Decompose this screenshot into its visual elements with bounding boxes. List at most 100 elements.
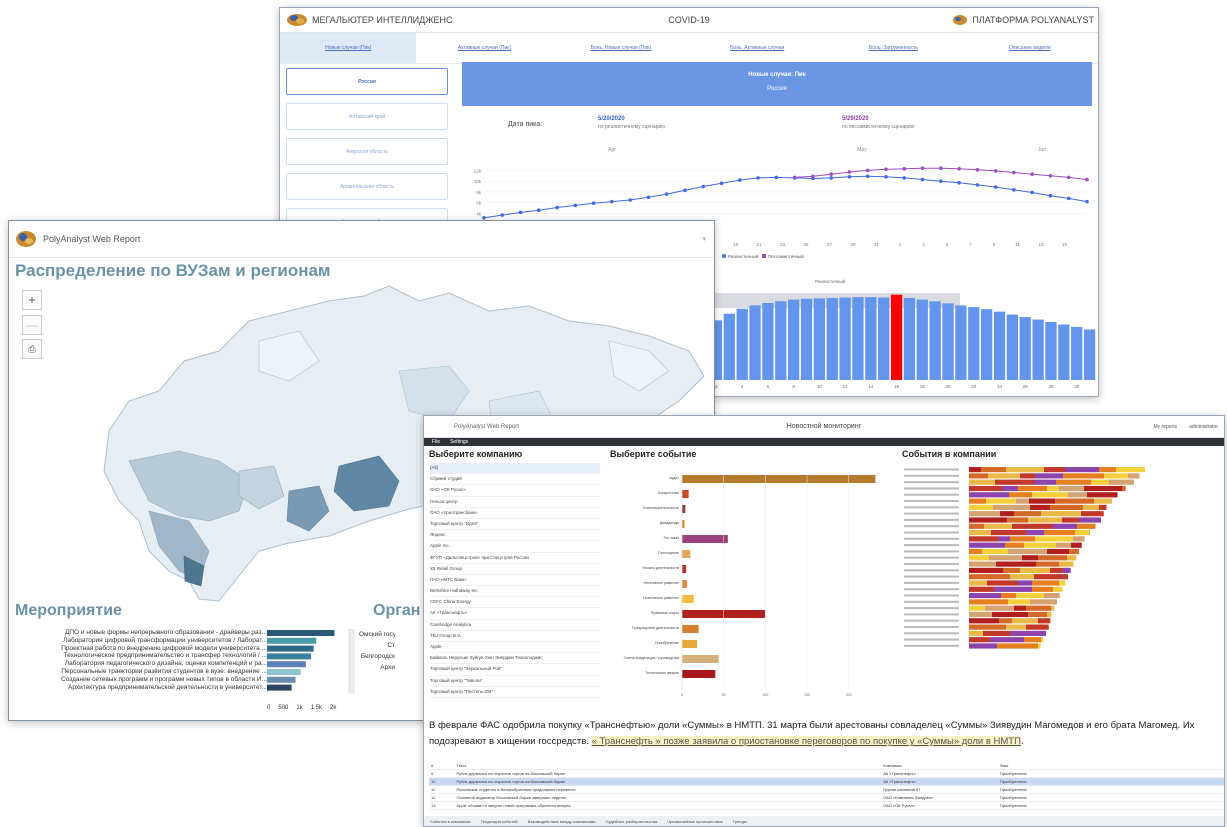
event-label[interactable]: Проектная работа по внедрению цифровой м… — [17, 645, 267, 653]
news-titlebar: PolyAnalyst Web Report Новостной монитор… — [424, 416, 1224, 438]
event-label[interactable]: Архитектура предпринимательской деятельн… — [17, 684, 267, 692]
event-label[interactable]: Персональные траектории развития студент… — [17, 668, 267, 676]
peak-label: Дата пика: — [508, 121, 543, 128]
region-item[interactable]: Россия — [286, 68, 448, 95]
data-point — [847, 175, 852, 179]
company-item[interactable]: АК «Транснефть» — [430, 608, 600, 620]
bar — [267, 669, 301, 675]
brand: МЕГАЛЬЮТЕР ИНТЕЛЛИДЖЕНС — [280, 13, 486, 27]
print-icon[interactable]: ⎙ — [22, 339, 42, 359]
data-point — [811, 174, 815, 179]
region-item[interactable]: Архангельская область — [286, 173, 448, 200]
region-sidebar: Россия Алтайский край Амурская область А… — [286, 68, 448, 243]
company-item[interactable]: Торговый центр "Идея" — [430, 519, 600, 531]
event-label[interactable]: Технологическое предпринимательство и тр… — [17, 652, 267, 660]
x-tick-label: 16 — [894, 384, 900, 389]
company-item[interactable]: Торговый центр "Тиволи" — [430, 676, 600, 687]
org-label[interactable]: Омский госуд — [359, 629, 395, 640]
bar-segment — [1010, 536, 1035, 542]
bar — [942, 303, 954, 380]
x-tick-label: 200 — [846, 693, 852, 697]
tab-hosp-active-cases[interactable]: Боль. Активные случаи — [689, 33, 825, 63]
region-item[interactable]: Амурская область — [286, 138, 448, 165]
bar-segment — [993, 504, 1030, 510]
company-item[interactable]: X5 Retail Group — [430, 564, 600, 575]
company-item[interactable]: Cambridge Analytica — [430, 620, 600, 631]
company-item[interactable]: Торговый центр "Зеркальный Рой" — [430, 664, 600, 676]
data-point — [1048, 173, 1053, 178]
bar — [800, 298, 813, 380]
company-item[interactable]: TBJ Group B.V. — [430, 631, 600, 642]
bottom-tab[interactable]: События в компаниях — [430, 819, 471, 824]
company-item[interactable]: Гильза центр — [430, 497, 600, 508]
org-label[interactable]: Ст — [359, 640, 395, 651]
bottom-tab[interactable]: Взаимодействие между компаниями — [528, 819, 596, 824]
company-item[interactable]: ОАО «Уралтрансбанк» — [430, 508, 600, 519]
company-item[interactable]: Торговый центр "Пестель-ZM" — [430, 687, 600, 698]
my-reports-link[interactable]: My reports — [1153, 424, 1177, 430]
chevron-down-icon[interactable]: ▾ — [702, 235, 706, 243]
table-row[interactable]: 10 Рубль держался на открытии торгов на М… — [429, 777, 1224, 786]
bar-segment — [1099, 504, 1107, 510]
tab-active-cases-peak[interactable]: Активные случаи (Пик) — [416, 33, 552, 63]
table-row[interactable]: 12 Основной индикатор Московской биржи за… — [429, 793, 1224, 802]
bar — [775, 301, 787, 380]
data-point — [628, 198, 632, 202]
table-row[interactable]: 9 Рубль держался на открытии торгов на Мо… — [429, 769, 1224, 778]
region-item[interactable]: Алтайский край — [286, 103, 448, 130]
company-item[interactable]: (All) — [430, 463, 600, 475]
org-label[interactable]: Архи — [359, 662, 395, 673]
y-tick-label: 12k — [474, 168, 482, 173]
company-item[interactable]: CEFC China Energy — [430, 597, 600, 609]
company-name: ОАО «ОК Русал» — [430, 487, 467, 493]
company-item[interactable]: Apple — [430, 642, 600, 654]
tab-new-cases-peak[interactable]: Новые случаи (Пик) — [280, 33, 417, 63]
bar-segment — [969, 467, 981, 473]
org-label[interactable]: Белгородск — [359, 651, 395, 662]
bar-segment — [1022, 555, 1038, 561]
table-cell: ОАО «ОК Русал» — [881, 801, 998, 810]
zoom-in-button[interactable]: + — [22, 290, 42, 310]
bar-segment — [1026, 624, 1049, 630]
bar-segment — [1016, 498, 1029, 504]
data-point — [1030, 172, 1034, 176]
news-text-link[interactable]: « Транснефть » позже заявила о приостано… — [591, 736, 1021, 747]
bottom-tab[interactable]: Судебные разбирательства — [606, 819, 658, 824]
tab-model-description[interactable]: Описание модели — [962, 33, 1098, 63]
event-label[interactable]: Лаборатория цифровой трансформации униве… — [17, 637, 267, 645]
menu-settings[interactable]: Settings — [450, 439, 468, 445]
company-item[interactable]: ПАО «МТС Банк» — [430, 575, 600, 587]
data-point — [701, 184, 706, 189]
company-item[interactable]: Яндекс — [430, 530, 600, 542]
table-cell: Текст — [454, 762, 882, 770]
menu-file[interactable]: File — [432, 439, 440, 445]
bar-segment — [1084, 485, 1122, 492]
bar-segment — [969, 618, 999, 624]
company-item[interactable]: Байкаль Нерусьик Хуйгуи Хюн Энерджи Техн… — [430, 653, 600, 665]
bottom-tab[interactable]: Тенденции событий — [481, 819, 518, 824]
user-menu[interactable]: administrator — [1189, 424, 1218, 430]
event-label[interactable]: ДПО и новые формы непрерывного образован… — [17, 629, 267, 637]
tab-hosp-load[interactable]: Боль. Загруженность — [825, 33, 961, 63]
bottom-tab[interactable]: Чрезвычайные происшествия — [667, 819, 722, 824]
bottom-tab[interactable]: Тренды — [733, 819, 747, 824]
company-item[interactable]: Сбрмей студий — [430, 474, 600, 486]
zoom-out-button[interactable]: — — [22, 315, 42, 335]
event-label[interactable]: Создание сетевых программ и программ нов… — [17, 676, 267, 684]
table-row[interactable]: 11 Российские студенты в Великобритании п… — [429, 785, 1224, 794]
table-row[interactable]: 13 Apple объявил о запуске новой программ… — [429, 801, 1224, 810]
tab-hosp-new-cases[interactable]: Боль. Новые случаи (Пик) — [553, 33, 689, 63]
event-label[interactable]: Лаборатория педагогического дизайна, оце… — [17, 660, 267, 668]
category-label: Негативное развитие — [644, 581, 679, 585]
company-item[interactable]: Berkshire Hathaway Inc — [430, 586, 600, 598]
table-cell: Рубль держался на открытии торгов на Мос… — [454, 769, 882, 778]
bar-segment — [989, 555, 1022, 561]
events-bar-chart — [267, 629, 355, 694]
bar-segment — [969, 479, 995, 485]
covid-titlebar: МЕГАЛЬЮТЕР ИНТЕЛЛИДЖЕНС COVID-19 ПЛАТФОР… — [280, 8, 1098, 33]
company-item[interactable]: ОАО «ОК Русал» — [430, 485, 600, 497]
company-item[interactable]: ФГУП «Дальспецстрой» при Спецстрое Росси… — [430, 553, 600, 564]
category-label — [904, 506, 959, 509]
bar-segment — [969, 574, 1010, 580]
company-item[interactable]: Apple Inc. — [430, 541, 600, 553]
